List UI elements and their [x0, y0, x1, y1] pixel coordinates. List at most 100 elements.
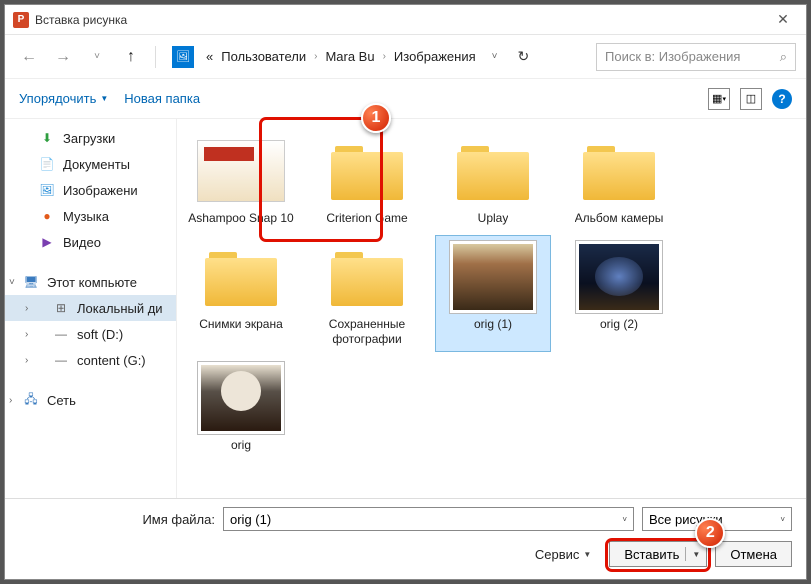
- image-thumbnail: [197, 361, 285, 435]
- chevron-right-icon: ›: [314, 51, 317, 62]
- sidebar-label: Документы: [63, 157, 130, 172]
- file-label: Сохраненные фотографии: [313, 317, 421, 348]
- folder-icon: [457, 142, 529, 200]
- breadcrumb-prefix: «: [206, 49, 213, 64]
- back-button[interactable]: ←: [15, 43, 43, 71]
- search-placeholder: Поиск в: Изображения: [605, 49, 740, 64]
- preview-pane-button[interactable]: ◫: [740, 88, 762, 110]
- sidebar-label: Этот компьюте: [47, 275, 137, 290]
- insert-label: Вставить: [624, 547, 679, 562]
- filename-input[interactable]: orig (1) ˅: [223, 507, 634, 531]
- sidebar-label: content (G:): [77, 353, 146, 368]
- sidebar-label: Сеть: [47, 393, 76, 408]
- cancel-button[interactable]: Отмена: [715, 541, 792, 567]
- sidebar-drive[interactable]: › ⊞ Локальный ди: [5, 295, 176, 321]
- image-thumbnail: [575, 240, 663, 314]
- forward-button[interactable]: →: [49, 43, 77, 71]
- sidebar-label: Загрузки: [63, 131, 115, 146]
- file-label: Ashampoo Snap 10: [188, 211, 293, 227]
- file-label: Criterion Game: [326, 211, 407, 227]
- image-item[interactable]: orig (2): [561, 235, 677, 352]
- drive-icon: ⊞: [53, 300, 69, 316]
- expand-icon[interactable]: ›: [25, 303, 28, 314]
- organize-menu[interactable]: Упорядочить ▼: [19, 91, 108, 106]
- sidebar-item[interactable]: 📄 Документы: [5, 151, 176, 177]
- sidebar-label: Изображени: [63, 183, 138, 198]
- folder-item[interactable]: Сохраненные фотографии: [309, 235, 425, 352]
- breadcrumb[interactable]: « Пользователи › Mara Bu › Изображения: [206, 49, 476, 64]
- file-grid[interactable]: Ashampoo Snap 10 Criterion Game Uplay Альбо…: [177, 119, 806, 498]
- sidebar-icon: 📄: [39, 156, 55, 172]
- file-dialog: P Вставка рисунка ✕ ← → ˅ ↑ 🖼 « Пользова…: [4, 4, 807, 580]
- help-button[interactable]: ?: [772, 89, 792, 109]
- file-label: Снимки экрана: [199, 317, 283, 333]
- expand-icon[interactable]: ›: [25, 329, 28, 340]
- folder-item[interactable]: Альбом камеры: [561, 129, 677, 231]
- chevron-down-icon[interactable]: ˅: [622, 515, 627, 524]
- view-large-icons-button[interactable]: ▦ ▾: [708, 88, 730, 110]
- sidebar-label: Музыка: [63, 209, 109, 224]
- folder-icon: [331, 248, 403, 306]
- sidebar-drive[interactable]: › — content (G:): [5, 347, 176, 373]
- file-item[interactable]: Ashampoo Snap 10: [183, 129, 299, 231]
- sidebar-label: Локальный ди: [77, 301, 163, 316]
- navbar: ← → ˅ ↑ 🖼 « Пользователи › Mara Bu › Изо…: [5, 35, 806, 79]
- sidebar-item[interactable]: ⬇ Загрузки: [5, 125, 176, 151]
- up-button[interactable]: ↑: [117, 43, 145, 71]
- search-icon: ⌕: [780, 49, 787, 65]
- file-label: Uplay: [478, 211, 509, 227]
- folder-icon: [331, 142, 403, 200]
- sidebar-icon: ⬇: [39, 130, 55, 146]
- sidebar-icon: 🖼: [39, 182, 55, 198]
- expand-icon[interactable]: ›: [25, 355, 28, 366]
- sidebar-item[interactable]: ▶ Видео: [5, 229, 176, 255]
- network-icon: 🖧: [23, 392, 39, 408]
- filename-value: orig (1): [230, 512, 271, 527]
- expand-icon[interactable]: ›: [9, 395, 12, 406]
- breadcrumb-item[interactable]: Mara Bu: [325, 49, 374, 64]
- sidebar-label: soft (D:): [77, 327, 123, 342]
- window-title: Вставка рисунка: [35, 13, 127, 27]
- tools-menu[interactable]: Сервис ▼: [535, 547, 591, 562]
- breadcrumb-item[interactable]: Пользователи: [221, 49, 306, 64]
- sidebar: ⬇ Загрузки 📄 Документы 🖼 Изображени ● Музыка ▶ Ви…: [5, 119, 177, 498]
- new-folder-button[interactable]: Новая папка: [124, 91, 200, 106]
- refresh-button[interactable]: ↻: [517, 48, 529, 65]
- folder-icon: [205, 248, 277, 306]
- app-thumbnail: [197, 140, 285, 202]
- file-label: orig (1): [474, 317, 512, 333]
- chevron-down-icon[interactable]: ▼: [692, 550, 700, 559]
- folder-item[interactable]: Uplay: [435, 129, 551, 231]
- chevron-right-icon: ›: [383, 51, 386, 62]
- file-label: orig (2): [600, 317, 638, 333]
- expand-icon[interactable]: ˅: [9, 277, 15, 288]
- image-item[interactable]: orig (1): [435, 235, 551, 352]
- search-input[interactable]: Поиск в: Изображения ⌕: [596, 43, 796, 71]
- sidebar-drive[interactable]: ›—soft (D:): [5, 321, 176, 347]
- sidebar-this-pc[interactable]: ˅ 🖥 Этот компьюте: [5, 269, 176, 295]
- sidebar-icon: ▶: [39, 234, 55, 250]
- sidebar-network[interactable]: › 🖧 Сеть: [5, 387, 176, 413]
- folder-item[interactable]: Снимки экрана: [183, 235, 299, 352]
- file-label: orig: [231, 438, 251, 454]
- image-item[interactable]: orig: [183, 356, 299, 458]
- sidebar-item[interactable]: 🖼 Изображени: [5, 177, 176, 203]
- drive-icon: —: [53, 352, 69, 368]
- filename-label: Имя файла:: [19, 512, 215, 527]
- tools-label: Сервис: [535, 547, 580, 562]
- recent-dropdown[interactable]: ˅: [83, 43, 111, 71]
- folder-icon: [583, 142, 655, 200]
- titlebar: P Вставка рисунка ✕: [5, 5, 806, 35]
- sidebar-label: Видео: [63, 235, 101, 250]
- toolbar: Упорядочить ▼ Новая папка ▦ ▾ ◫ ?: [5, 79, 806, 119]
- sidebar-icon: ●: [39, 208, 55, 224]
- folder-item[interactable]: Criterion Game: [309, 129, 425, 231]
- close-button[interactable]: ✕: [760, 5, 806, 35]
- location-icon: 🖼: [172, 46, 194, 68]
- sidebar-item[interactable]: ● Музыка: [5, 203, 176, 229]
- image-thumbnail: [449, 240, 537, 314]
- breadcrumb-dropdown[interactable]: ˅: [492, 51, 498, 62]
- breadcrumb-item[interactable]: Изображения: [394, 49, 476, 64]
- chevron-down-icon[interactable]: ˅: [780, 515, 785, 524]
- insert-button[interactable]: Вставить ▼: [609, 541, 707, 567]
